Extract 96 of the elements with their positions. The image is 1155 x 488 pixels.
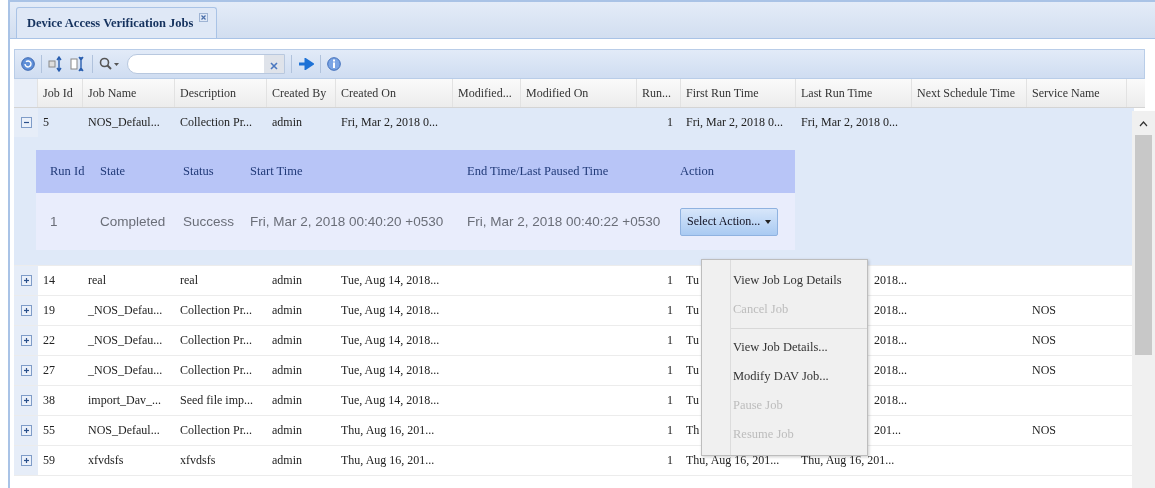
job-id-cell: 38 — [43, 393, 55, 407]
created-by-cell: admin — [272, 393, 302, 407]
description-cell: Seed file imp... — [180, 393, 253, 407]
column-header: Start Time — [250, 164, 304, 179]
created-on-cell: Tue, Aug 14, 2018... — [341, 333, 440, 347]
job-id-cell: 14 — [43, 273, 55, 287]
service-name-cell: NOS — [1032, 303, 1056, 317]
last-run-cell: 2018... — [874, 273, 907, 287]
created-on-cell: Tue, Aug 14, 2018... — [341, 273, 440, 287]
column-header[interactable]: Last Run Time — [796, 79, 912, 107]
created-by-cell: admin — [272, 115, 302, 129]
column-header[interactable]: Created By — [267, 79, 336, 107]
description-cell: Collection Pr... — [180, 303, 252, 317]
created-on-cell: Tue, Aug 14, 2018... — [341, 303, 440, 317]
first-run-cell: Tu — [686, 273, 699, 287]
created-by-cell: admin — [272, 423, 302, 437]
created-by-cell: admin — [272, 363, 302, 377]
job-name-cell: xfvdsfs — [88, 453, 124, 467]
column-header: End Time/Last Paused Time — [467, 164, 610, 179]
last-run-cell: 2018... — [874, 393, 907, 407]
created-on-cell: Tue, Aug 14, 2018... — [341, 393, 440, 407]
service-name-cell: NOS — [1032, 363, 1056, 377]
run-count-cell: 1 — [667, 333, 673, 347]
last-run-cell: Thu, Aug 16, 201... — [801, 453, 895, 467]
run-count-cell: 1 — [667, 273, 673, 287]
start-time-cell-text: Fri, Mar 2, 2018 00:40:20 +0530 — [250, 214, 445, 229]
last-run-cell: 201... — [874, 423, 901, 437]
column-header: Status — [183, 164, 215, 179]
column-header[interactable]: Description — [175, 79, 267, 107]
column-header[interactable]: Run... — [637, 79, 681, 107]
run-id-cell-text: 1 — [50, 214, 59, 229]
job-name-cell: real — [88, 273, 106, 287]
job-name-cell: _NOS_Defau... — [88, 303, 163, 317]
description-cell: xfvdsfs — [180, 453, 216, 467]
created-by-cell: admin — [272, 333, 302, 347]
last-run-cell: 2018... — [874, 333, 907, 347]
job-id-cell: 22 — [43, 333, 55, 347]
first-run-cell: Tu — [686, 393, 699, 407]
job-id-cell: 27 — [43, 363, 55, 377]
run-count-cell: 1 — [667, 453, 673, 467]
job-id-cell: 5 — [43, 115, 49, 129]
last-run-cell: Fri, Mar 2, 2018 0... — [801, 115, 898, 129]
menu-item[interactable]: Modify DAV Job... — [731, 362, 867, 391]
first-run-cell: Tu — [686, 363, 699, 377]
run-count-cell: 1 — [667, 115, 673, 129]
state-cell-text: Completed — [100, 214, 167, 229]
description-cell: Collection Pr... — [180, 333, 252, 347]
description-cell: real — [180, 273, 198, 287]
column-header: Run Id — [50, 164, 86, 179]
job-name-cell: NOS_Defaul... — [88, 115, 160, 129]
created-on-cell: Thu, Aug 16, 201... — [341, 423, 435, 437]
job-id-cell: 19 — [43, 303, 55, 317]
status-cell-text: Success — [183, 214, 236, 229]
jobs-tab[interactable]: Device Access Verification Jobs — [16, 7, 218, 38]
column-header: Action — [680, 164, 716, 179]
job-name-cell: import_Dav_... — [88, 393, 161, 407]
job-name-cell: _NOS_Defau... — [88, 363, 163, 377]
menu-item[interactable]: View Job Log Details — [731, 266, 867, 295]
created-by-cell: admin — [272, 273, 302, 287]
run-count-cell: 1 — [667, 423, 673, 437]
run-count-cell: 1 — [667, 393, 673, 407]
created-on-cell: Thu, Aug 16, 201... — [341, 453, 435, 467]
column-header[interactable]: First Run Time — [681, 79, 796, 107]
run-count-cell: 1 — [667, 363, 673, 377]
job-name-cell: NOS_Defaul... — [88, 423, 160, 437]
first-run-cell: Thu, Aug 16, 201... — [686, 453, 780, 467]
column-header[interactable]: Modified On — [521, 79, 637, 107]
column-header[interactable]: Job Id — [38, 79, 83, 107]
first-run-cell: Tu — [686, 303, 699, 317]
column-header: State — [100, 164, 126, 179]
first-run-cell: Fri, Mar 2, 2018 0... — [686, 115, 783, 129]
service-name-cell: NOS — [1032, 423, 1056, 437]
created-on-cell: Fri, Mar 2, 2018 0... — [341, 115, 438, 129]
column-header[interactable]: Next Schedule Time — [912, 79, 1027, 107]
job-id-cell: 55 — [43, 423, 55, 437]
first-run-cell: Tu — [686, 333, 699, 347]
service-name-cell: NOS — [1032, 333, 1056, 347]
run-count-cell: 1 — [667, 303, 673, 317]
menu-item[interactable]: View Job Details... — [731, 333, 867, 362]
job-id-cell: 59 — [43, 453, 55, 467]
description-cell: Collection Pr... — [180, 363, 252, 377]
created-by-cell: admin — [272, 303, 302, 317]
column-header[interactable]: Created On — [336, 79, 453, 107]
column-header[interactable]: Service Name — [1027, 79, 1127, 107]
description-cell: Collection Pr... — [180, 115, 252, 129]
first-run-cell: Th — [686, 423, 700, 437]
job-name-cell: _NOS_Defau... — [88, 333, 163, 347]
select-action-dropdown[interactable]: Select Action... — [680, 207, 779, 236]
end-time-cell-text: Fri, Mar 2, 2018 00:40:22 +0530 — [467, 214, 662, 229]
created-by-cell: admin — [272, 453, 302, 467]
created-on-cell: Tue, Aug 14, 2018... — [341, 363, 440, 377]
last-run-cell: 2018... — [874, 363, 907, 377]
column-header[interactable]: Job Name — [83, 79, 175, 107]
description-cell: Collection Pr... — [180, 423, 252, 437]
column-header[interactable]: Modified... — [453, 79, 521, 107]
last-run-cell: 2018... — [874, 303, 907, 317]
